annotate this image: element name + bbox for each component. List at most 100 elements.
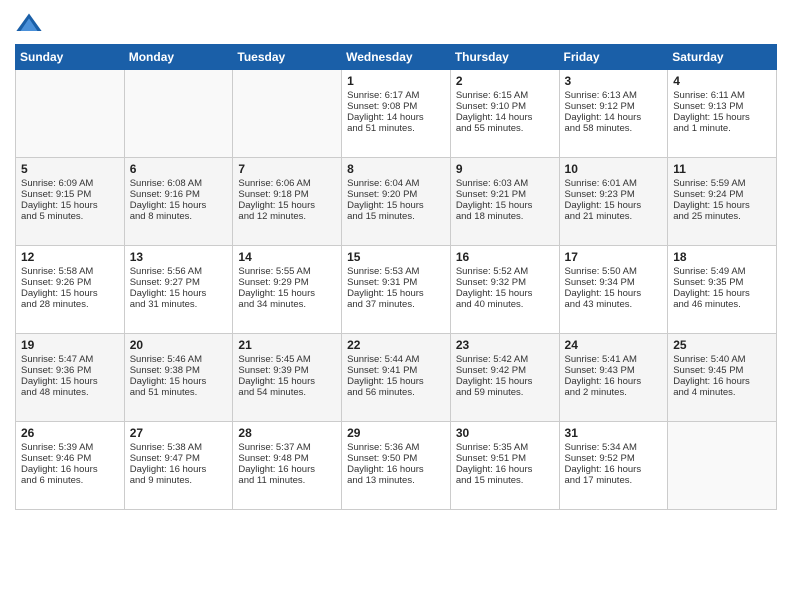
- day-info-line: Daylight: 15 hours: [347, 200, 445, 211]
- day-info-line: Sunset: 9:20 PM: [347, 189, 445, 200]
- day-info-line: and 9 minutes.: [130, 475, 228, 486]
- day-info-line: and 4 minutes.: [673, 387, 771, 398]
- calendar-cell: 12Sunrise: 5:58 AMSunset: 9:26 PMDayligh…: [16, 246, 125, 334]
- day-info-line: Sunset: 9:46 PM: [21, 453, 119, 464]
- day-number: 12: [21, 250, 119, 264]
- day-info-line: and 15 minutes.: [456, 475, 554, 486]
- day-number: 29: [347, 426, 445, 440]
- day-info-line: Sunrise: 6:11 AM: [673, 90, 771, 101]
- day-info-line: and 15 minutes.: [347, 211, 445, 222]
- day-info-line: Sunset: 9:12 PM: [565, 101, 663, 112]
- calendar-cell: [124, 70, 233, 158]
- calendar-cell: 15Sunrise: 5:53 AMSunset: 9:31 PMDayligh…: [342, 246, 451, 334]
- logo-icon: [15, 10, 43, 38]
- day-info-line: Sunset: 9:26 PM: [21, 277, 119, 288]
- calendar-cell: 29Sunrise: 5:36 AMSunset: 9:50 PMDayligh…: [342, 422, 451, 510]
- calendar-cell: 24Sunrise: 5:41 AMSunset: 9:43 PMDayligh…: [559, 334, 668, 422]
- day-info-line: Sunrise: 6:17 AM: [347, 90, 445, 101]
- calendar-cell: 4Sunrise: 6:11 AMSunset: 9:13 PMDaylight…: [668, 70, 777, 158]
- day-info-line: Sunrise: 5:37 AM: [238, 442, 336, 453]
- calendar-cell: [233, 70, 342, 158]
- day-info-line: Daylight: 15 hours: [565, 200, 663, 211]
- calendar-cell: 9Sunrise: 6:03 AMSunset: 9:21 PMDaylight…: [450, 158, 559, 246]
- day-info-line: and 40 minutes.: [456, 299, 554, 310]
- calendar-cell: 22Sunrise: 5:44 AMSunset: 9:41 PMDayligh…: [342, 334, 451, 422]
- calendar-cell: 17Sunrise: 5:50 AMSunset: 9:34 PMDayligh…: [559, 246, 668, 334]
- day-info-line: and 58 minutes.: [565, 123, 663, 134]
- day-info-line: Daylight: 15 hours: [21, 376, 119, 387]
- day-info-line: Sunrise: 5:46 AM: [130, 354, 228, 365]
- day-info-line: Daylight: 15 hours: [347, 288, 445, 299]
- weekday-header-tuesday: Tuesday: [233, 45, 342, 70]
- weekday-header-thursday: Thursday: [450, 45, 559, 70]
- day-info-line: Sunrise: 5:42 AM: [456, 354, 554, 365]
- calendar-cell: 3Sunrise: 6:13 AMSunset: 9:12 PMDaylight…: [559, 70, 668, 158]
- day-info-line: and 31 minutes.: [130, 299, 228, 310]
- day-number: 18: [673, 250, 771, 264]
- day-info-line: and 56 minutes.: [347, 387, 445, 398]
- day-info-line: Sunrise: 5:47 AM: [21, 354, 119, 365]
- day-info-line: Sunrise: 5:38 AM: [130, 442, 228, 453]
- calendar-cell: 21Sunrise: 5:45 AMSunset: 9:39 PMDayligh…: [233, 334, 342, 422]
- day-info-line: Sunset: 9:50 PM: [347, 453, 445, 464]
- day-number: 3: [565, 74, 663, 88]
- day-number: 15: [347, 250, 445, 264]
- calendar-cell: 26Sunrise: 5:39 AMSunset: 9:46 PMDayligh…: [16, 422, 125, 510]
- day-info-line: Sunrise: 5:40 AM: [673, 354, 771, 365]
- calendar-cell: 31Sunrise: 5:34 AMSunset: 9:52 PMDayligh…: [559, 422, 668, 510]
- day-info-line: Sunrise: 6:03 AM: [456, 178, 554, 189]
- weekday-header-sunday: Sunday: [16, 45, 125, 70]
- calendar-cell: 28Sunrise: 5:37 AMSunset: 9:48 PMDayligh…: [233, 422, 342, 510]
- day-number: 8: [347, 162, 445, 176]
- day-number: 10: [565, 162, 663, 176]
- day-info-line: Daylight: 15 hours: [347, 376, 445, 387]
- day-info-line: Daylight: 15 hours: [673, 200, 771, 211]
- day-info-line: Sunset: 9:43 PM: [565, 365, 663, 376]
- calendar-cell: 8Sunrise: 6:04 AMSunset: 9:20 PMDaylight…: [342, 158, 451, 246]
- weekday-header-wednesday: Wednesday: [342, 45, 451, 70]
- calendar-week-row: 19Sunrise: 5:47 AMSunset: 9:36 PMDayligh…: [16, 334, 777, 422]
- day-info-line: and 59 minutes.: [456, 387, 554, 398]
- day-info-line: Sunrise: 5:41 AM: [565, 354, 663, 365]
- calendar-cell: [668, 422, 777, 510]
- day-info-line: and 1 minute.: [673, 123, 771, 134]
- day-info-line: Daylight: 16 hours: [456, 464, 554, 475]
- day-info-line: and 37 minutes.: [347, 299, 445, 310]
- calendar-cell: 20Sunrise: 5:46 AMSunset: 9:38 PMDayligh…: [124, 334, 233, 422]
- day-info-line: Daylight: 16 hours: [347, 464, 445, 475]
- day-info-line: Sunset: 9:21 PM: [456, 189, 554, 200]
- day-info-line: and 11 minutes.: [238, 475, 336, 486]
- day-info-line: Daylight: 15 hours: [456, 288, 554, 299]
- day-info-line: Sunrise: 6:15 AM: [456, 90, 554, 101]
- calendar-cell: 30Sunrise: 5:35 AMSunset: 9:51 PMDayligh…: [450, 422, 559, 510]
- calendar-cell: 14Sunrise: 5:55 AMSunset: 9:29 PMDayligh…: [233, 246, 342, 334]
- day-info-line: Daylight: 14 hours: [456, 112, 554, 123]
- day-info-line: and 13 minutes.: [347, 475, 445, 486]
- day-info-line: Sunset: 9:34 PM: [565, 277, 663, 288]
- day-info-line: Sunset: 9:15 PM: [21, 189, 119, 200]
- day-number: 4: [673, 74, 771, 88]
- day-number: 27: [130, 426, 228, 440]
- day-info-line: Sunset: 9:36 PM: [21, 365, 119, 376]
- day-info-line: Daylight: 14 hours: [347, 112, 445, 123]
- day-info-line: Sunrise: 5:56 AM: [130, 266, 228, 277]
- day-number: 25: [673, 338, 771, 352]
- calendar-cell: 11Sunrise: 5:59 AMSunset: 9:24 PMDayligh…: [668, 158, 777, 246]
- day-info-line: Sunset: 9:38 PM: [130, 365, 228, 376]
- day-number: 14: [238, 250, 336, 264]
- day-info-line: and 12 minutes.: [238, 211, 336, 222]
- day-info-line: Daylight: 15 hours: [21, 200, 119, 211]
- day-info-line: Daylight: 15 hours: [565, 288, 663, 299]
- day-info-line: Sunset: 9:27 PM: [130, 277, 228, 288]
- day-info-line: and 51 minutes.: [347, 123, 445, 134]
- day-info-line: Sunrise: 5:50 AM: [565, 266, 663, 277]
- day-info-line: Sunrise: 5:55 AM: [238, 266, 336, 277]
- day-info-line: and 54 minutes.: [238, 387, 336, 398]
- day-info-line: Sunrise: 5:35 AM: [456, 442, 554, 453]
- day-info-line: and 21 minutes.: [565, 211, 663, 222]
- day-info-line: Sunset: 9:42 PM: [456, 365, 554, 376]
- day-number: 22: [347, 338, 445, 352]
- day-info-line: Daylight: 15 hours: [130, 200, 228, 211]
- day-info-line: Sunset: 9:16 PM: [130, 189, 228, 200]
- calendar-cell: [16, 70, 125, 158]
